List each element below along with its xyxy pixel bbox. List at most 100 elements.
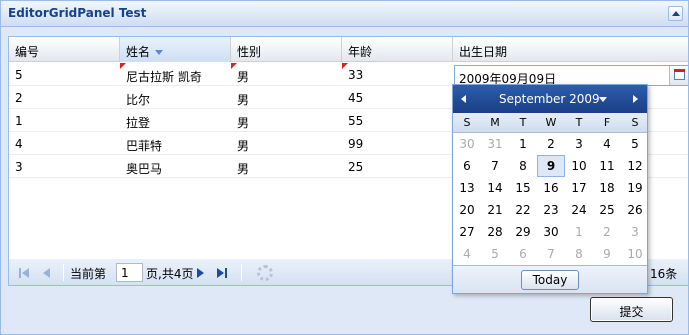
calendar-day[interactable]: 25: [593, 199, 621, 221]
panel-header: EditorGridPanel Test: [1, 1, 688, 27]
cell-gender[interactable]: 男: [231, 155, 342, 177]
date-picker-header: September 2009: [453, 85, 647, 113]
cell-name[interactable]: 拉登: [120, 109, 231, 131]
calendar-day[interactable]: 14: [481, 177, 509, 199]
calendar-day[interactable]: 31: [481, 133, 509, 155]
calendar-day[interactable]: 5: [481, 243, 509, 265]
column-header-name[interactable]: 姓名: [120, 37, 231, 62]
date-trigger-button[interactable]: [669, 66, 688, 85]
page-prefix-label: 当前第: [70, 267, 107, 281]
calendar-day[interactable]: 13: [453, 177, 481, 199]
calendar-day[interactable]: 1: [565, 221, 593, 243]
prev-page-icon[interactable]: [41, 267, 53, 279]
calendar-day[interactable]: 4: [593, 133, 621, 155]
weekday-label: F: [603, 116, 611, 129]
last-page-icon[interactable]: [217, 267, 229, 279]
weekday-label: S: [631, 116, 639, 129]
calendar-day[interactable]: 26: [621, 199, 649, 221]
cell-gender[interactable]: 男: [231, 132, 342, 154]
calendar-day[interactable]: 16: [537, 177, 565, 199]
next-page-icon[interactable]: [195, 267, 207, 279]
calendar-day[interactable]: 20: [453, 199, 481, 221]
cell-age[interactable]: 25: [342, 155, 453, 177]
calendar-day[interactable]: 29: [509, 221, 537, 243]
calendar-day[interactable]: 6: [509, 243, 537, 265]
calendar-day[interactable]: 21: [481, 199, 509, 221]
calendar-day[interactable]: 6: [453, 155, 481, 177]
cell-id[interactable]: 5: [9, 63, 120, 85]
grid-header: 编号 姓名 性别 年龄 出生日期: [9, 37, 688, 62]
calendar-day[interactable]: 23: [537, 199, 565, 221]
cell-age[interactable]: 55: [342, 109, 453, 131]
calendar-day[interactable]: 7: [537, 243, 565, 265]
calendar-day[interactable]: 1: [509, 133, 537, 155]
cell-name[interactable]: 尼古拉斯 凯奇: [120, 63, 231, 85]
calendar-day[interactable]: 8: [565, 243, 593, 265]
weekday-label: S: [463, 116, 471, 129]
calendar-day[interactable]: 27: [453, 221, 481, 243]
cell-id[interactable]: 4: [9, 132, 120, 154]
calendar-day[interactable]: 15: [509, 177, 537, 199]
calendar-day[interactable]: 8: [509, 155, 537, 177]
calendar-day[interactable]: 28: [481, 221, 509, 243]
calendar-day[interactable]: 4: [453, 243, 481, 265]
refresh-icon[interactable]: [257, 265, 273, 281]
calendar-day[interactable]: 24: [565, 199, 593, 221]
cell-gender[interactable]: 男: [231, 109, 342, 131]
today-button[interactable]: Today: [521, 270, 579, 290]
calendar-icon: [674, 69, 685, 80]
calendar-day[interactable]: 18: [593, 177, 621, 199]
cell-name[interactable]: 比尔: [120, 86, 231, 108]
calendar-day[interactable]: 9: [537, 155, 565, 177]
column-header-age[interactable]: 年龄: [342, 37, 453, 62]
calendar-day[interactable]: 17: [565, 177, 593, 199]
column-header-birthdate[interactable]: 出生日期: [453, 37, 688, 62]
weekday-label: W: [545, 116, 557, 129]
calendar-day[interactable]: 19: [621, 177, 649, 199]
cell-id[interactable]: 3: [9, 155, 120, 177]
submit-button[interactable]: 提交: [590, 297, 673, 322]
cell-age[interactable]: 99: [342, 132, 453, 154]
column-header-gender[interactable]: 性别: [231, 37, 342, 62]
panel-title: EditorGridPanel Test: [8, 6, 147, 20]
cell-age[interactable]: 33: [342, 63, 453, 85]
calendar-day[interactable]: 9: [593, 243, 621, 265]
first-page-icon[interactable]: [19, 267, 31, 279]
total-count-label: 16条: [650, 267, 678, 281]
page-suffix-label: 页,共4页: [146, 267, 194, 281]
calendar-day[interactable]: 5: [621, 133, 649, 155]
chevron-down-icon[interactable]: [599, 97, 607, 102]
calendar-day[interactable]: 12: [621, 155, 649, 177]
calendar-day[interactable]: 3: [565, 133, 593, 155]
page-number-input[interactable]: 1: [116, 263, 143, 282]
weekday-header: S M T W T F S: [453, 113, 647, 133]
calendar-day[interactable]: 2: [593, 221, 621, 243]
prev-month-icon[interactable]: [461, 95, 466, 103]
next-month-icon[interactable]: [633, 95, 638, 103]
calendar-day[interactable]: 10: [621, 243, 649, 265]
calendar-day[interactable]: 10: [565, 155, 593, 177]
date-picker-footer: Today: [453, 265, 647, 293]
calendar-day[interactable]: 30: [537, 221, 565, 243]
weekday-label: M: [490, 116, 500, 129]
calendar-day[interactable]: 7: [481, 155, 509, 177]
collapse-icon[interactable]: [668, 6, 683, 21]
cell-id[interactable]: 1: [9, 109, 120, 131]
cell-gender[interactable]: 男: [231, 63, 342, 85]
calendar-days: 30 31 1 2 3 4 5 6 7 8 9 10 11 12 13 14 15 16 17 18 19 20 21 22 2…: [453, 133, 647, 265]
calendar-day[interactable]: 30: [453, 133, 481, 155]
cell-id[interactable]: 2: [9, 86, 120, 108]
calendar-day[interactable]: 22: [509, 199, 537, 221]
cell-gender[interactable]: 男: [231, 86, 342, 108]
weekday-label: T: [575, 116, 583, 129]
cell-age[interactable]: 45: [342, 86, 453, 108]
month-year-button[interactable]: September 2009: [499, 92, 600, 106]
sort-desc-icon: [155, 50, 164, 55]
calendar-day[interactable]: 3: [621, 221, 649, 243]
cell-name[interactable]: 巴菲特: [120, 132, 231, 154]
calendar-day[interactable]: 2: [537, 133, 565, 155]
calendar-day[interactable]: 11: [593, 155, 621, 177]
cell-name[interactable]: 奥巴马: [120, 155, 231, 177]
column-header-id[interactable]: 编号: [9, 37, 120, 62]
birthdate-date-field[interactable]: 2009年09月09日: [454, 65, 688, 86]
